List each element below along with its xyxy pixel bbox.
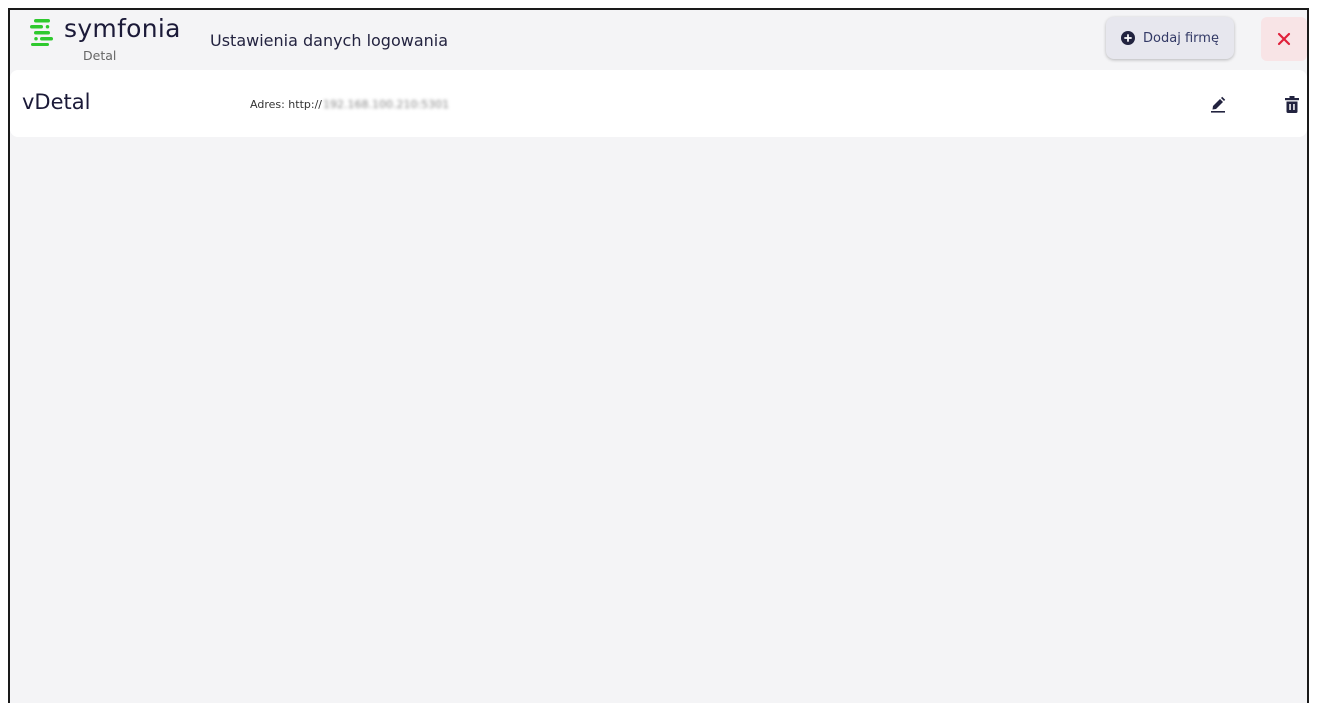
- trash-icon: [1285, 95, 1299, 113]
- logo: symfonia Detal: [30, 14, 200, 66]
- brand-name: symfonia: [64, 14, 181, 43]
- add-company-button[interactable]: Dodaj firmę: [1106, 17, 1234, 59]
- symfonia-logo-icon: [30, 19, 53, 46]
- delete-button[interactable]: [1280, 92, 1304, 116]
- company-address: Adres: http:// 192.168.100.210:5301: [250, 98, 449, 111]
- add-company-label: Dodaj firmę: [1143, 30, 1219, 46]
- header: symfonia Detal Ustawienia danych logowan…: [10, 10, 1307, 68]
- close-icon: [1277, 32, 1291, 46]
- product-name: Detal: [83, 48, 117, 63]
- address-value: 192.168.100.210:5301: [323, 98, 450, 111]
- pencil-icon: [1211, 96, 1226, 113]
- address-label: Adres: http://: [250, 98, 322, 111]
- edit-button[interactable]: [1206, 92, 1230, 116]
- page-title: Ustawienia danych logowania: [210, 31, 449, 50]
- company-row: vDetal Adres: http:// 192.168.100.210:53…: [10, 70, 1307, 137]
- close-button[interactable]: [1261, 17, 1307, 61]
- plus-circle-icon: [1121, 31, 1136, 45]
- company-name: vDetal: [22, 90, 91, 114]
- app-window: symfonia Detal Ustawienia danych logowan…: [8, 8, 1309, 703]
